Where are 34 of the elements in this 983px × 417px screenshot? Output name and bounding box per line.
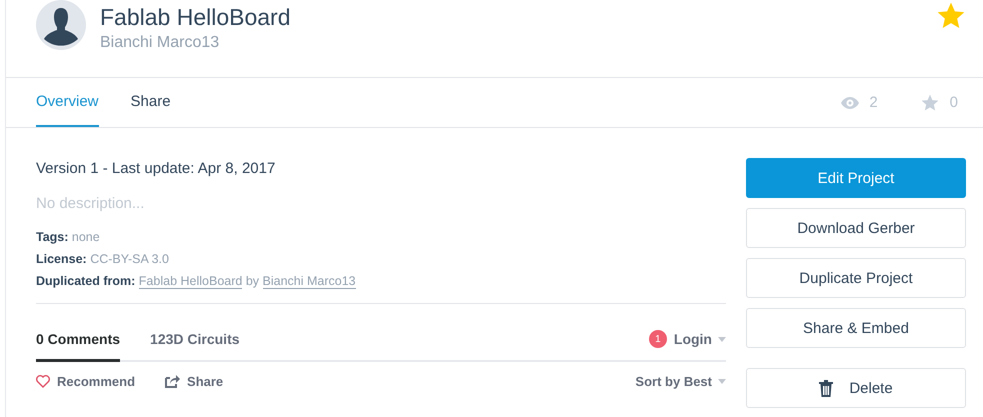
edit-button[interactable]: Edit Project bbox=[746, 158, 966, 198]
caret-icon bbox=[718, 336, 726, 342]
project-title: Fablab HelloBoard bbox=[100, 3, 292, 32]
comments-tab[interactable]: 0 Comments bbox=[36, 318, 120, 362]
star-count: 0 bbox=[950, 94, 958, 111]
by-text: by bbox=[246, 274, 260, 288]
caret-icon bbox=[718, 378, 726, 384]
heart-icon bbox=[36, 374, 50, 388]
action-button[interactable]: Share & Embed bbox=[746, 308, 966, 348]
trash-icon bbox=[819, 380, 834, 396]
share-button[interactable]: Share bbox=[165, 374, 224, 388]
meta-value: none bbox=[72, 230, 100, 244]
login-button[interactable]: Login bbox=[674, 318, 726, 360]
action-button[interactable]: Download Gerber bbox=[746, 208, 966, 248]
meta-label: License: bbox=[36, 252, 87, 266]
tab[interactable]: Overview bbox=[36, 78, 99, 127]
delete-button[interactable]: Delete bbox=[746, 368, 966, 408]
meta-label: Tags: bbox=[36, 230, 68, 244]
meta-label: Duplicated from: bbox=[36, 274, 136, 288]
meta-value: CC-BY-SA 3.0 bbox=[90, 252, 169, 266]
action-button[interactable]: Duplicate Project bbox=[746, 258, 966, 298]
comments-tab[interactable]: 123D Circuits bbox=[150, 318, 240, 362]
recommend-button[interactable]: Recommend bbox=[36, 374, 136, 388]
notification-badge: 1 bbox=[648, 330, 667, 348]
author-name: Bianchi Marco13 bbox=[100, 33, 220, 53]
tab[interactable]: Share bbox=[130, 78, 171, 127]
star-icon bbox=[920, 92, 940, 112]
view-count: 2 bbox=[869, 94, 878, 111]
share-icon bbox=[165, 374, 180, 388]
description-text: No description... bbox=[36, 194, 146, 214]
avatar-icon bbox=[36, 0, 86, 50]
version-text: Version 1 - Last update: Apr 8, 2017 bbox=[36, 159, 276, 179]
sort-button[interactable]: Sort by Best bbox=[635, 374, 726, 388]
eye-icon bbox=[841, 96, 860, 108]
